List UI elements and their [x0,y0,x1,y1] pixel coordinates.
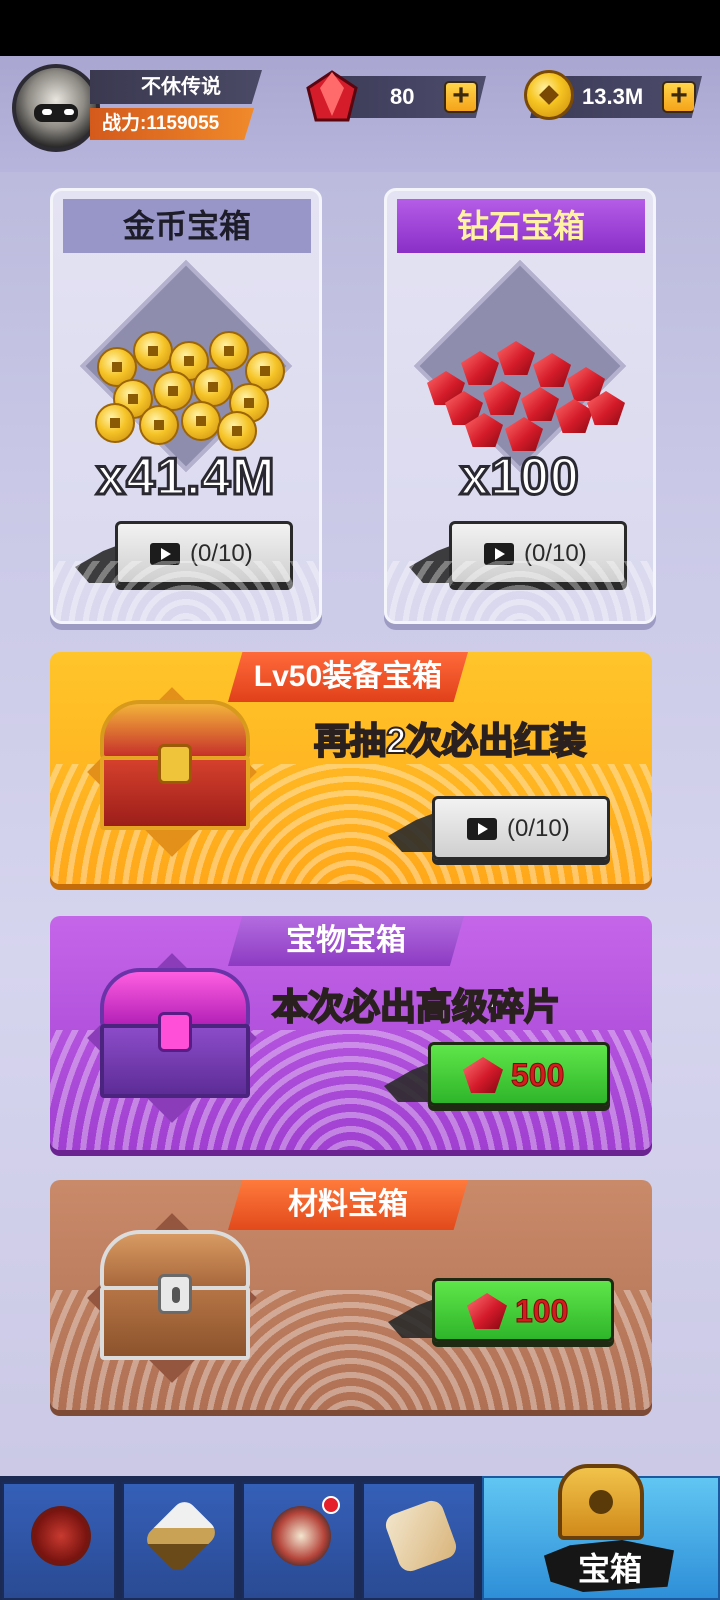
gold-chest-icon [100,700,250,830]
top-hud: 不休传说 战力:1159055 80 + 13.3M + [0,56,720,172]
add-gems-button[interactable]: + [444,81,478,113]
gem-icon [306,70,358,122]
chest-icon [558,1464,644,1540]
treasure-chest-description: 本次必出高级碎片 [271,985,561,1028]
gem-chest-title: 钻石宝箱 [397,199,645,253]
notification-dot [322,1496,340,1514]
tab-hero[interactable] [2,1482,116,1600]
treasure-chest-banner[interactable]: 宝物宝箱 本次必出高级碎片 500 [50,916,652,1150]
gem-chest-amount: x100 [459,447,581,508]
player-name-plate: 不休传说 [90,70,262,104]
buy-treasure-chest-button[interactable]: 500 [428,1042,610,1106]
gold-chest-amount: x41.4M [95,447,276,508]
combat-power-plate: 战力:1159055 [90,108,254,140]
tab-map[interactable] [362,1482,476,1600]
tab-chest-label: 宝箱 [577,1551,642,1587]
player-avatar[interactable] [12,64,100,152]
player-name: 不休传说 [141,76,221,98]
tab-weapon[interactable] [122,1482,236,1600]
buy-material-chest-button[interactable]: 100 [432,1278,614,1342]
eye-icon [64,109,74,115]
equipment-chest-banner[interactable]: Lv50装备宝箱 再抽2次必出红装 (0/10) [50,652,652,884]
wooden-chest-icon [100,1230,250,1360]
video-ad-icon [467,818,497,840]
bottom-navigation: 宝箱 [0,1464,720,1600]
gold-chest-title: 金币宝箱 [63,199,311,253]
hero-icon [31,1506,91,1566]
purple-chest-icon [100,968,250,1098]
material-chest-price: 100 [514,1293,569,1330]
scroll-icon [382,1497,460,1575]
treasure-chest-price: 500 [510,1057,565,1094]
gold-chest-card[interactable]: 金币宝箱 x41.4M (0/10) [50,188,322,624]
wave-pattern [53,561,319,621]
material-chest-tag: 材料宝箱 [228,1180,468,1230]
watch-ad-equipment-button[interactable]: (0/10) [432,796,610,860]
add-gold-button[interactable]: + [662,81,696,113]
gem-icon [463,1057,503,1093]
status-bar [0,0,720,56]
combat-power: 战力:1159055 [102,113,220,134]
tab-dojo[interactable] [242,1482,356,1600]
gem-chest-card[interactable]: 钻石宝箱 x100 (0/10) [384,188,656,624]
gem-amount: 80 [390,84,415,109]
gem-icon [467,1293,507,1329]
treasure-chest-tag: 宝物宝箱 [228,916,464,966]
equipment-chest-tag: Lv50装备宝箱 [228,652,468,702]
gold-amount: 13.3M [582,84,644,109]
equipment-chest-description: 再抽2次必出红装 [313,719,587,762]
sword-icon [142,1497,220,1575]
wave-pattern [387,561,653,621]
eye-icon [42,109,52,115]
material-chest-banner[interactable]: 材料宝箱 100 [50,1180,652,1410]
ad-progress-label: (0/10) [507,815,570,842]
tab-chest[interactable]: 宝箱 [482,1464,720,1600]
drum-icon [271,1506,331,1566]
gold-coin-icon [524,70,574,120]
